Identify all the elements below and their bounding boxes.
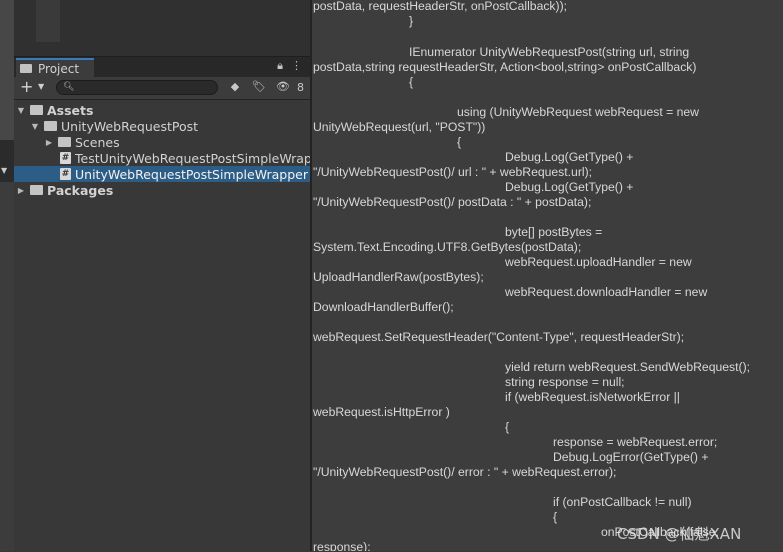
tree-item-label: UnityWebRequestPost bbox=[61, 118, 199, 134]
folder-icon bbox=[58, 137, 71, 147]
project-window: Project 🔒︎ ⋮ + ▼ 🔍︎ ◆ 🏷︎ 👁︎ 8 ▼ Assets ▼… bbox=[14, 56, 333, 552]
hierarchy-scroll-region bbox=[36, 0, 60, 42]
code-line: response); bbox=[313, 540, 371, 551]
tree-item-test-script[interactable]: # TestUnityWebRequestPostSimpleWrapper bbox=[14, 150, 333, 166]
search-icon: 🔍︎ bbox=[63, 82, 75, 92]
watermark-text: CSDN @仙魁XAN bbox=[617, 525, 742, 543]
tree-item-wrapper-script[interactable]: # UnityWebRequestPostSimpleWrapper bbox=[14, 166, 310, 182]
code-line: DownloadHandlerBuffer(); bbox=[313, 300, 454, 314]
tab-actions: 🔒︎ ⋮ bbox=[277, 59, 302, 73]
chevron-down-icon[interactable]: ▼ bbox=[38, 82, 44, 91]
code-line: "/UnityWebRequestPost()/ error : " + web… bbox=[313, 465, 617, 479]
project-tab-bar: Project 🔒︎ ⋮ bbox=[14, 57, 310, 77]
csharp-script-icon: # bbox=[60, 152, 71, 164]
folder-icon bbox=[30, 185, 43, 195]
code-line: webRequest.isHttpError ) bbox=[313, 405, 450, 419]
code-line: { bbox=[409, 75, 414, 89]
tab-project[interactable]: Project bbox=[16, 58, 94, 77]
code-line: string response = null; bbox=[505, 375, 625, 389]
tree-item-assets[interactable]: ▼ Assets bbox=[14, 102, 310, 118]
code-line: postData, requestHeaderStr, onPostCallba… bbox=[313, 0, 568, 13]
csharp-script-icon: # bbox=[60, 168, 71, 180]
code-line: { bbox=[505, 420, 510, 434]
code-line: Debug.Log(GetType() + bbox=[505, 150, 634, 164]
code-line: webRequest.downloadHandler = new bbox=[505, 285, 708, 299]
code-line: webRequest.SetRequestHeader("Content-Typ… bbox=[313, 330, 685, 344]
tree-item-label: UnityWebRequestPostSimpleWrapper bbox=[75, 166, 309, 182]
hierarchy-panel-remnant bbox=[14, 0, 310, 56]
project-toolbar: + ▼ 🔍︎ ◆ 🏷︎ 👁︎ 8 bbox=[14, 77, 310, 100]
code-line: byte[] postBytes = bbox=[505, 225, 603, 239]
expand-arrow-icon[interactable]: ▼ bbox=[30, 122, 40, 131]
code-view: postData, requestHeaderStr, onPostCallba… bbox=[312, 0, 783, 551]
collapse-arrow-icon[interactable]: ▶ bbox=[44, 138, 54, 147]
code-line: response = webRequest.error; bbox=[553, 435, 718, 449]
filter-by-type-icon[interactable]: ◆ bbox=[226, 80, 244, 93]
expand-arrow-icon[interactable]: ▼ bbox=[16, 106, 26, 115]
tree-item-scenes[interactable]: ▶ Scenes bbox=[14, 134, 310, 150]
tree-item-label: TestUnityWebRequestPostSimpleWrapper bbox=[75, 150, 333, 166]
tree-item-label: Packages bbox=[47, 182, 114, 198]
tree-item-label: Assets bbox=[47, 102, 94, 118]
filter-by-label-icon[interactable]: 🏷︎ bbox=[250, 80, 268, 93]
folder-icon bbox=[20, 64, 32, 73]
dropdown-arrow-icon[interactable]: ▼ bbox=[1, 166, 7, 175]
tab-project-label: Project bbox=[38, 61, 80, 76]
collapse-arrow-icon[interactable]: ▶ bbox=[16, 186, 26, 195]
code-line: using (UnityWebRequest webRequest = new bbox=[457, 105, 699, 119]
tree-item-unitywebrequestpost[interactable]: ▼ UnityWebRequestPost bbox=[14, 118, 310, 134]
code-line: if (onPostCallback != null) bbox=[553, 495, 692, 509]
hidden-packages-count: 8 bbox=[297, 81, 304, 94]
adjacent-panel-top bbox=[0, 0, 14, 140]
code-line: if (webRequest.isNetworkError || bbox=[505, 390, 680, 404]
code-line: postData,string requestHeaderStr, Action… bbox=[313, 60, 697, 74]
code-line: UploadHandlerRaw(postBytes); bbox=[313, 270, 484, 284]
code-line: Debug.LogError(GetType() + bbox=[553, 450, 709, 464]
code-line: System.Text.Encoding.UTF8.GetBytes(postD… bbox=[313, 240, 582, 254]
hidden-packages-icon[interactable]: 👁︎ bbox=[274, 80, 292, 93]
adjacent-panel-toolbar bbox=[0, 140, 14, 182]
tree-item-packages[interactable]: ▶ Packages bbox=[14, 182, 310, 198]
code-line: } bbox=[409, 14, 414, 28]
code-line: IEnumerator UnityWebRequestPost(string u… bbox=[409, 45, 690, 59]
code-line: yield return webRequest.SendWebRequest()… bbox=[505, 360, 751, 374]
code-line: { bbox=[457, 135, 462, 149]
search-input[interactable]: 🔍︎ bbox=[56, 80, 218, 95]
kebab-menu-icon[interactable]: ⋮ bbox=[291, 59, 302, 73]
code-line: "/UnityWebRequestPost()/ url : " + webRe… bbox=[313, 165, 593, 179]
adjacent-panel-strip: ▼ bbox=[0, 0, 14, 551]
folder-icon bbox=[30, 105, 43, 115]
code-line: { bbox=[553, 510, 558, 524]
code-line: "/UnityWebRequestPost()/ postData : " + … bbox=[313, 195, 592, 209]
lock-icon[interactable]: 🔒︎ bbox=[277, 59, 283, 73]
code-line: Debug.Log(GetType() + bbox=[505, 180, 634, 194]
code-line: UnityWebRequest(url, "POST")) bbox=[313, 120, 486, 134]
filter-icons: ◆ 🏷︎ 👁︎ bbox=[226, 80, 292, 93]
folder-icon bbox=[44, 121, 57, 131]
code-line: webRequest.uploadHandler = new bbox=[505, 255, 692, 269]
create-button[interactable]: + bbox=[20, 78, 33, 96]
tree-item-label: Scenes bbox=[75, 134, 120, 150]
